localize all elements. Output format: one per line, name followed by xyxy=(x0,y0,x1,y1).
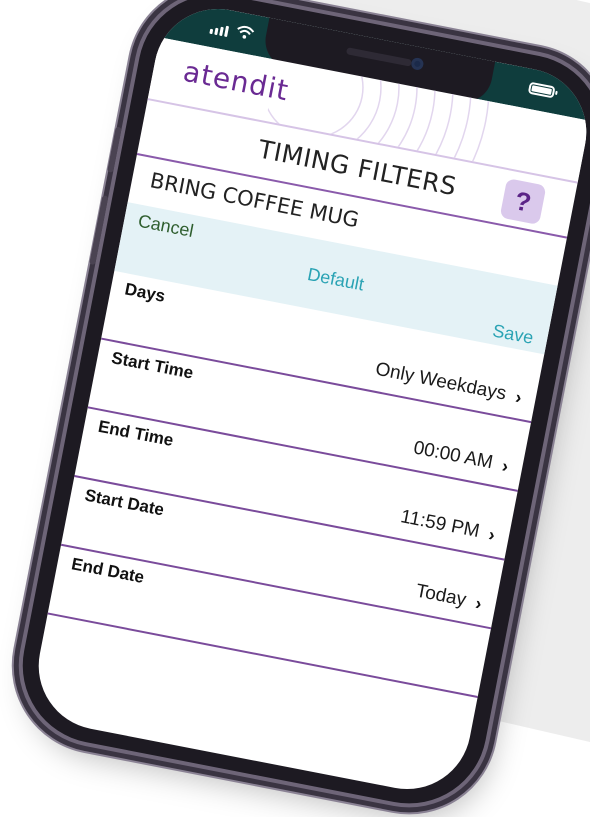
battery-icon xyxy=(527,81,556,99)
row-value: Today › xyxy=(414,581,484,615)
row-value-text: Today xyxy=(414,580,468,611)
chevron-right-icon: › xyxy=(487,523,497,545)
volume-up-button xyxy=(89,195,109,266)
row-value: 00:00 AM › xyxy=(412,437,511,477)
help-button[interactable]: ? xyxy=(499,178,547,226)
chevron-right-icon: › xyxy=(500,455,511,476)
signal-icon xyxy=(209,23,230,38)
device-stage: atendit TIMING FILTERS ? BRING COFFEE MU… xyxy=(0,0,590,817)
chevron-right-icon: › xyxy=(473,592,484,614)
front-camera xyxy=(410,56,425,71)
mute-switch xyxy=(107,126,122,173)
row-value: 11:59 PM › xyxy=(399,506,497,546)
chevron-right-icon: › xyxy=(513,386,524,408)
row-label: End Date xyxy=(69,554,146,587)
wifi-icon xyxy=(237,25,255,39)
row-value-text: 11:59 PM xyxy=(398,506,482,543)
row-label: Days xyxy=(123,279,167,306)
cancel-button[interactable]: Cancel xyxy=(136,211,195,242)
row-value-text: 00:00 AM xyxy=(411,437,495,474)
default-button[interactable]: Default xyxy=(306,264,366,295)
speaker xyxy=(345,47,413,67)
